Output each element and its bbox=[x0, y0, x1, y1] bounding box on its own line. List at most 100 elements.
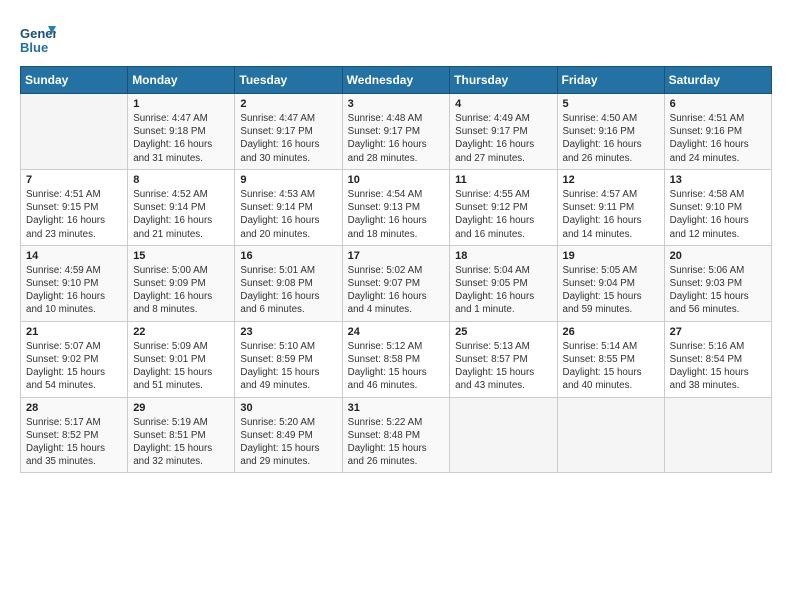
day-number: 15 bbox=[133, 250, 229, 262]
calendar-cell: 10Sunrise: 4:54 AM Sunset: 9:13 PM Dayli… bbox=[342, 169, 450, 245]
weekday-header: Tuesday bbox=[235, 67, 342, 94]
calendar-cell: 11Sunrise: 4:55 AM Sunset: 9:12 PM Dayli… bbox=[450, 169, 557, 245]
weekday-header: Friday bbox=[557, 67, 664, 94]
weekday-header: Sunday bbox=[21, 67, 128, 94]
day-info: Sunrise: 4:59 AM Sunset: 9:10 PM Dayligh… bbox=[26, 264, 122, 317]
day-number: 21 bbox=[26, 326, 122, 338]
calendar-cell: 29 Sunrise: 5:19 AM Sunset: 8:51 PM Dayli… bbox=[128, 397, 235, 473]
day-info: Sunrise: 4:50 AM Sunset: 9:16 PM Dayligh… bbox=[563, 112, 659, 165]
day-number: 7 bbox=[26, 174, 122, 186]
calendar-cell bbox=[664, 397, 771, 473]
day-number: 27 bbox=[670, 326, 766, 338]
day-info: Sunrise: 5:22 AM Sunset: 8:48 PM Dayligh… bbox=[348, 416, 445, 469]
day-info: Sunrise: 4:49 AM Sunset: 9:17 PM Dayligh… bbox=[455, 112, 551, 165]
day-info: Sunrise: 5:09 AM Sunset: 9:01 PM Dayligh… bbox=[133, 340, 229, 393]
day-number: 16 bbox=[240, 250, 336, 262]
weekday-header: Saturday bbox=[664, 67, 771, 94]
calendar-cell bbox=[450, 397, 557, 473]
day-number: 20 bbox=[670, 250, 766, 262]
day-number: 25 bbox=[455, 326, 551, 338]
calendar-cell: 24 Sunrise: 5:12 AM Sunset: 8:58 PM Dayli… bbox=[342, 321, 450, 397]
day-number: 23 bbox=[240, 326, 336, 338]
calendar-cell: 20 Sunrise: 5:06 AM Sunset: 9:03 PM Dayli… bbox=[664, 245, 771, 321]
calendar-body: 1 Sunrise: 4:47 AM Sunset: 9:18 PM Daylig… bbox=[21, 94, 772, 473]
calendar-cell: 18 Sunrise: 5:04 AM Sunset: 9:05 PM Dayli… bbox=[450, 245, 557, 321]
calendar-cell: 14 Sunrise: 4:59 AM Sunset: 9:10 PM Dayli… bbox=[21, 245, 128, 321]
calendar-cell: 17 Sunrise: 5:02 AM Sunset: 9:07 PM Dayli… bbox=[342, 245, 450, 321]
calendar-cell: 31 Sunrise: 5:22 AM Sunset: 8:48 PM Dayli… bbox=[342, 397, 450, 473]
day-number: 19 bbox=[563, 250, 659, 262]
day-number: 14 bbox=[26, 250, 122, 262]
day-number: 22 bbox=[133, 326, 229, 338]
logo: General Blue bbox=[20, 20, 60, 56]
day-number: 8 bbox=[133, 174, 229, 186]
day-info: Sunrise: 4:48 AM Sunset: 9:17 PM Dayligh… bbox=[348, 112, 445, 165]
calendar-cell: 15Sunrise: 5:00 AM Sunset: 9:09 PM Dayli… bbox=[128, 245, 235, 321]
day-info: Sunrise: 4:51 AM Sunset: 9:15 PM Dayligh… bbox=[26, 188, 122, 241]
calendar-week-row: 21 Sunrise: 5:07 AM Sunset: 9:02 PM Dayli… bbox=[21, 321, 772, 397]
day-info: Sunrise: 5:19 AM Sunset: 8:51 PM Dayligh… bbox=[133, 416, 229, 469]
day-info: Sunrise: 5:12 AM Sunset: 8:58 PM Dayligh… bbox=[348, 340, 445, 393]
day-info: Sunrise: 5:05 AM Sunset: 9:04 PM Dayligh… bbox=[563, 264, 659, 317]
day-number: 18 bbox=[455, 250, 551, 262]
calendar-cell: 22 Sunrise: 5:09 AM Sunset: 9:01 PM Dayli… bbox=[128, 321, 235, 397]
day-info: Sunrise: 5:02 AM Sunset: 9:07 PM Dayligh… bbox=[348, 264, 445, 317]
day-number: 31 bbox=[348, 402, 445, 414]
calendar-cell: 1 Sunrise: 4:47 AM Sunset: 9:18 PM Daylig… bbox=[128, 94, 235, 170]
day-info: Sunrise: 5:14 AM Sunset: 8:55 PM Dayligh… bbox=[563, 340, 659, 393]
calendar-cell: 4 Sunrise: 4:49 AM Sunset: 9:17 PM Daylig… bbox=[450, 94, 557, 170]
calendar-week-row: 7 Sunrise: 4:51 AM Sunset: 9:15 PM Daylig… bbox=[21, 169, 772, 245]
weekday-header-row: SundayMondayTuesdayWednesdayThursdayFrid… bbox=[21, 67, 772, 94]
day-number: 3 bbox=[348, 98, 445, 110]
day-number: 24 bbox=[348, 326, 445, 338]
day-info: Sunrise: 4:57 AM Sunset: 9:11 PM Dayligh… bbox=[563, 188, 659, 241]
logo-icon: General Blue bbox=[20, 20, 56, 56]
day-info: Sunrise: 4:47 AM Sunset: 9:17 PM Dayligh… bbox=[240, 112, 336, 165]
day-number: 1 bbox=[133, 98, 229, 110]
calendar-cell: 25 Sunrise: 5:13 AM Sunset: 8:57 PM Dayli… bbox=[450, 321, 557, 397]
day-info: Sunrise: 5:13 AM Sunset: 8:57 PM Dayligh… bbox=[455, 340, 551, 393]
day-info: Sunrise: 5:20 AM Sunset: 8:49 PM Dayligh… bbox=[240, 416, 336, 469]
day-info: Sunrise: 4:53 AM Sunset: 9:14 PM Dayligh… bbox=[240, 188, 336, 241]
day-number: 30 bbox=[240, 402, 336, 414]
page-header: General Blue bbox=[20, 20, 772, 56]
day-info: Sunrise: 4:47 AM Sunset: 9:18 PM Dayligh… bbox=[133, 112, 229, 165]
calendar-week-row: 14 Sunrise: 4:59 AM Sunset: 9:10 PM Dayli… bbox=[21, 245, 772, 321]
day-number: 4 bbox=[455, 98, 551, 110]
day-info: Sunrise: 5:10 AM Sunset: 8:59 PM Dayligh… bbox=[240, 340, 336, 393]
day-number: 29 bbox=[133, 402, 229, 414]
day-number: 28 bbox=[26, 402, 122, 414]
calendar-cell: 13Sunrise: 4:58 AM Sunset: 9:10 PM Dayli… bbox=[664, 169, 771, 245]
day-number: 2 bbox=[240, 98, 336, 110]
day-info: Sunrise: 4:51 AM Sunset: 9:16 PM Dayligh… bbox=[670, 112, 766, 165]
calendar-cell bbox=[21, 94, 128, 170]
calendar-cell: 27 Sunrise: 5:16 AM Sunset: 8:54 PM Dayli… bbox=[664, 321, 771, 397]
day-info: Sunrise: 4:52 AM Sunset: 9:14 PM Dayligh… bbox=[133, 188, 229, 241]
day-number: 17 bbox=[348, 250, 445, 262]
day-info: Sunrise: 4:55 AM Sunset: 9:12 PM Dayligh… bbox=[455, 188, 551, 241]
day-info: Sunrise: 5:17 AM Sunset: 8:52 PM Dayligh… bbox=[26, 416, 122, 469]
calendar-cell bbox=[557, 397, 664, 473]
calendar-cell: 5 Sunrise: 4:50 AM Sunset: 9:16 PM Daylig… bbox=[557, 94, 664, 170]
day-info: Sunrise: 5:06 AM Sunset: 9:03 PM Dayligh… bbox=[670, 264, 766, 317]
calendar-cell: 2 Sunrise: 4:47 AM Sunset: 9:17 PM Daylig… bbox=[235, 94, 342, 170]
day-info: Sunrise: 5:04 AM Sunset: 9:05 PM Dayligh… bbox=[455, 264, 551, 317]
day-info: Sunrise: 4:54 AM Sunset: 9:13 PM Dayligh… bbox=[348, 188, 445, 241]
day-info: Sunrise: 4:58 AM Sunset: 9:10 PM Dayligh… bbox=[670, 188, 766, 241]
calendar-header: SundayMondayTuesdayWednesdayThursdayFrid… bbox=[21, 67, 772, 94]
day-info: Sunrise: 5:07 AM Sunset: 9:02 PM Dayligh… bbox=[26, 340, 122, 393]
calendar-cell: 23 Sunrise: 5:10 AM Sunset: 8:59 PM Dayli… bbox=[235, 321, 342, 397]
calendar-week-row: 28 Sunrise: 5:17 AM Sunset: 8:52 PM Dayli… bbox=[21, 397, 772, 473]
day-info: Sunrise: 5:16 AM Sunset: 8:54 PM Dayligh… bbox=[670, 340, 766, 393]
calendar-cell: 21 Sunrise: 5:07 AM Sunset: 9:02 PM Dayli… bbox=[21, 321, 128, 397]
weekday-header: Monday bbox=[128, 67, 235, 94]
weekday-header: Thursday bbox=[450, 67, 557, 94]
day-number: 9 bbox=[240, 174, 336, 186]
weekday-header: Wednesday bbox=[342, 67, 450, 94]
calendar-cell: 12Sunrise: 4:57 AM Sunset: 9:11 PM Dayli… bbox=[557, 169, 664, 245]
calendar-cell: 9 Sunrise: 4:53 AM Sunset: 9:14 PM Daylig… bbox=[235, 169, 342, 245]
calendar-cell: 19 Sunrise: 5:05 AM Sunset: 9:04 PM Dayli… bbox=[557, 245, 664, 321]
day-number: 5 bbox=[563, 98, 659, 110]
calendar-cell: 7 Sunrise: 4:51 AM Sunset: 9:15 PM Daylig… bbox=[21, 169, 128, 245]
calendar-cell: 16Sunrise: 5:01 AM Sunset: 9:08 PM Dayli… bbox=[235, 245, 342, 321]
